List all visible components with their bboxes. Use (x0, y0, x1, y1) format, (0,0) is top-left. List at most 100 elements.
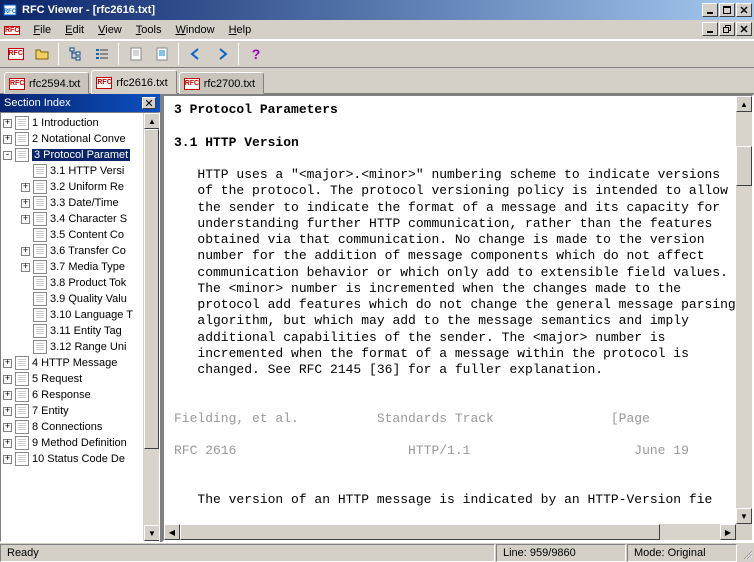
tree-node[interactable]: 3.5 Content Co (1, 227, 159, 243)
tree-node[interactable]: +3.7 Media Type (1, 259, 159, 275)
tree-node[interactable]: +7 Entity (1, 403, 159, 419)
content-hscrollbar[interactable]: ◀ ▶ (164, 524, 736, 540)
sidebar-close-button[interactable] (142, 97, 156, 109)
forward-button[interactable] (210, 43, 233, 65)
page-icon (15, 436, 29, 450)
tree-node[interactable]: 3.1 HTTP Versi (1, 163, 159, 179)
tree-label: 3.12 Range Uni (50, 341, 126, 353)
tree-node[interactable]: +9 Method Definition (1, 435, 159, 451)
tree-node[interactable]: +2 Notational Conve (1, 131, 159, 147)
open-rfc-button[interactable]: RFC (4, 43, 27, 65)
section-tree[interactable]: +1 Introduction+2 Notational Conve - 3 Pro… (0, 112, 160, 542)
tree-node[interactable]: +3.4 Character S (1, 211, 159, 227)
scroll-left-button[interactable]: ◀ (164, 524, 180, 540)
list-button[interactable] (90, 43, 113, 65)
scroll-right-button[interactable]: ▶ (720, 524, 736, 540)
tab-rfc2616[interactable]: RFC rfc2616.txt (91, 70, 176, 94)
tree-node[interactable]: 3.11 Entity Tag (1, 323, 159, 339)
sidebar-title: Section Index (4, 97, 71, 109)
mdi-close-button[interactable] (736, 22, 752, 36)
doc1-button[interactable] (124, 43, 147, 65)
tree-node[interactable]: +6 Response (1, 387, 159, 403)
tree-spacer (21, 327, 30, 336)
tree-node[interactable]: +3.2 Uniform Re (1, 179, 159, 195)
scroll-thumb[interactable] (180, 524, 660, 540)
menu-view[interactable]: View (91, 22, 129, 38)
scroll-thumb[interactable] (736, 146, 752, 186)
document-text[interactable]: 3 Protocol Parameters 3.1 HTTP Version H… (164, 96, 752, 514)
scroll-up-button[interactable]: ▲ (736, 96, 752, 112)
expand-icon[interactable]: + (3, 375, 12, 384)
menu-tools[interactable]: Tools (129, 22, 169, 38)
tree-label: 3 Protocol Paramet (32, 149, 130, 161)
open-file-button[interactable] (30, 43, 53, 65)
menu-help[interactable]: Help (222, 22, 259, 38)
resize-grip[interactable] (738, 545, 754, 561)
expand-icon[interactable]: + (3, 455, 12, 464)
tree-node[interactable]: 3.12 Range Uni (1, 339, 159, 355)
menu-window[interactable]: Window (168, 22, 221, 38)
tree-spacer (21, 295, 30, 304)
tree-node[interactable]: 3.9 Quality Valu (1, 291, 159, 307)
tree-node[interactable]: +3.3 Date/Time (1, 195, 159, 211)
tab-label: rfc2594.txt (29, 78, 80, 90)
scroll-thumb[interactable] (144, 129, 159, 449)
back-button[interactable] (184, 43, 207, 65)
titlebar: RFC RFC Viewer - [rfc2616.txt] (0, 0, 754, 20)
statusbar: Ready Line: 959/9860 Mode: Original (0, 542, 754, 562)
scroll-corner (736, 524, 752, 540)
svg-text:RFC: RFC (4, 9, 17, 15)
tree-node[interactable]: - 3 Protocol Paramet (1, 147, 159, 163)
mdi-icon[interactable]: RFC (4, 23, 20, 36)
page-icon (33, 212, 47, 226)
expand-icon[interactable]: + (3, 119, 12, 128)
tree-node[interactable]: 3.10 Language T (1, 307, 159, 323)
page-icon (33, 340, 47, 354)
expand-icon[interactable]: + (3, 407, 12, 416)
expand-icon[interactable]: + (21, 215, 30, 224)
tree-node[interactable]: +4 HTTP Message (1, 355, 159, 371)
scroll-down-button[interactable]: ▼ (144, 525, 160, 541)
tree-node[interactable]: +5 Request (1, 371, 159, 387)
app-icon: RFC (2, 2, 18, 18)
page-icon (33, 196, 47, 210)
expand-icon[interactable]: + (21, 263, 30, 272)
menu-file[interactable]: File (26, 22, 58, 38)
expand-icon[interactable]: + (21, 247, 30, 256)
tree-label: 3.10 Language T (50, 309, 133, 321)
tree-label: 3.9 Quality Valu (50, 293, 127, 305)
mdi-minimize-button[interactable] (702, 22, 718, 36)
expand-icon[interactable]: + (3, 135, 12, 144)
scroll-up-button[interactable]: ▲ (144, 113, 160, 129)
tree-label: 3.2 Uniform Re (50, 181, 124, 193)
close-button[interactable] (736, 3, 752, 17)
tree-node[interactable]: +8 Connections (1, 419, 159, 435)
tree-node[interactable]: +1 Introduction (1, 115, 159, 131)
expand-icon[interactable]: + (3, 391, 12, 400)
help-button[interactable]: ? (244, 43, 267, 65)
svg-text:?: ? (251, 46, 260, 62)
collapse-icon[interactable]: - (3, 151, 12, 160)
scroll-down-button[interactable]: ▼ (736, 508, 752, 524)
tab-rfc2700[interactable]: RFC rfc2700.txt (179, 72, 264, 94)
maximize-button[interactable] (719, 3, 735, 17)
tree-scrollbar[interactable]: ▲ ▼ (143, 113, 159, 541)
tree-button[interactable] (64, 43, 87, 65)
doc2-button[interactable] (150, 43, 173, 65)
tree-node[interactable]: +10 Status Code De (1, 451, 159, 467)
tree-node[interactable]: 3.8 Product Tok (1, 275, 159, 291)
expand-icon[interactable]: + (3, 359, 12, 368)
page-icon (33, 324, 47, 338)
tree-label: 5 Request (32, 373, 82, 385)
tree-node[interactable]: +3.6 Transfer Co (1, 243, 159, 259)
expand-icon[interactable]: + (21, 199, 30, 208)
expand-icon[interactable]: + (3, 439, 12, 448)
expand-icon[interactable]: + (21, 183, 30, 192)
tree-label: 3.4 Character S (50, 213, 127, 225)
menu-edit[interactable]: Edit (58, 22, 91, 38)
minimize-button[interactable] (702, 3, 718, 17)
tab-rfc2594[interactable]: RFC rfc2594.txt (4, 72, 89, 94)
content-vscrollbar[interactable]: ▲ ▼ (736, 96, 752, 524)
expand-icon[interactable]: + (3, 423, 12, 432)
mdi-restore-button[interactable] (719, 22, 735, 36)
